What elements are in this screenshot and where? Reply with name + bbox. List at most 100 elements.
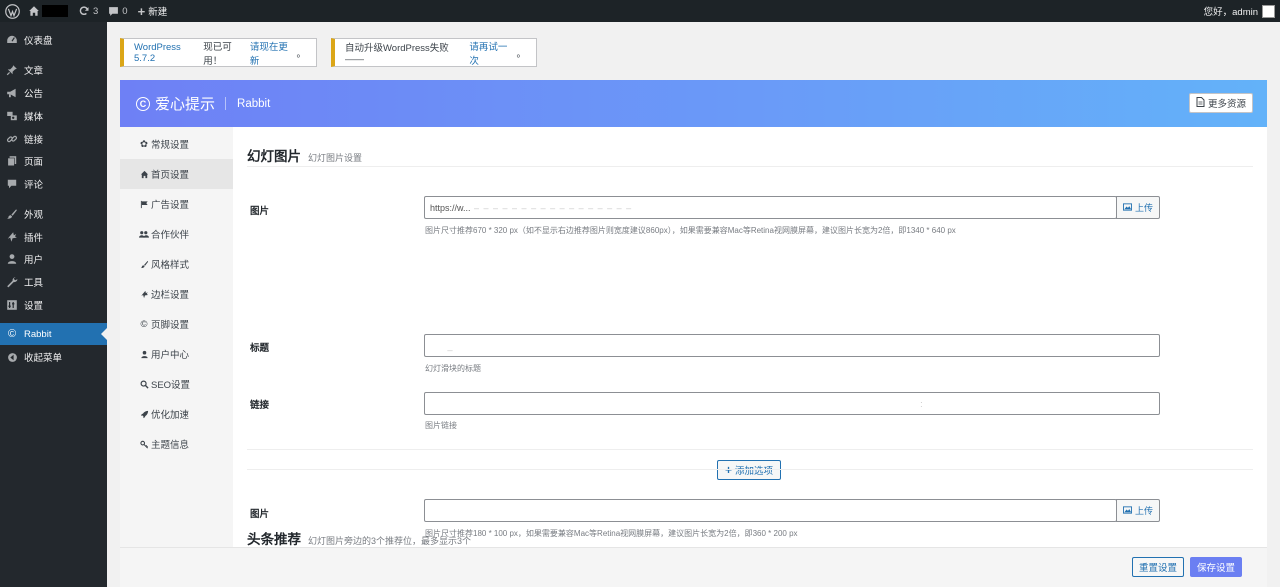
reset-settings-button[interactable]: 重置设置 xyxy=(1131,557,1184,577)
sidebar-item-label: 外观 xyxy=(24,210,44,221)
sidebar-item-label: 仪表盘 xyxy=(24,36,53,47)
new-content-link[interactable]: + 新建 xyxy=(133,0,173,22)
sidebar-item-rabbit[interactable]: © Rabbit xyxy=(0,323,107,345)
save-settings-button[interactable]: 保存设置 xyxy=(1189,557,1242,577)
sidebar-item-tools[interactable]: 工具 xyxy=(0,271,107,293)
slide-title-input[interactable]: _ xyxy=(424,334,1160,357)
field-help: 图片尺寸推荐180 * 100 px，如果需要兼容Mac等Retina视网膜屏幕… xyxy=(425,529,798,538)
nav-item-ads[interactable]: 广告设置 xyxy=(120,189,233,219)
update-available-text: 现已可用！ xyxy=(203,41,232,67)
panel-subtitle: Rabbit xyxy=(237,97,271,110)
nav-item-label: SEO设置 xyxy=(151,380,191,391)
sidebar-item-users[interactable]: 用户 xyxy=(0,248,107,270)
update-now-link[interactable]: 请现在更新 xyxy=(250,39,297,67)
section-title: 头条推荐 xyxy=(247,532,301,547)
sidebar-item-links[interactable]: 链接 xyxy=(0,128,107,150)
admin-bar: 3 0 + 新建 您好，admin xyxy=(0,0,1280,22)
collapse-icon xyxy=(0,352,24,363)
image-icon xyxy=(1122,202,1132,213)
slides-section-header: 幻灯图片 幻灯图片设置 xyxy=(247,145,362,165)
more-resources-button[interactable]: 更多资源 xyxy=(1188,93,1253,113)
update-notice-suffix: 。 xyxy=(296,48,307,60)
section-divider xyxy=(247,449,1253,450)
sidebar-item-pages[interactable]: 页面 xyxy=(0,150,107,172)
sidebar-item-label: 公告 xyxy=(24,89,44,100)
options-content: 幻灯图片 幻灯图片设置 图片 https://w... ‒ ‒ ‒ ‒ ‒ ‒ … xyxy=(233,127,1267,547)
wrench-icon xyxy=(0,276,24,288)
site-name-redacted xyxy=(42,5,68,17)
sidebar-item-label: 工具 xyxy=(24,278,44,289)
sidebar-item-media[interactable]: 媒体 xyxy=(0,105,107,127)
sidebar-item-posts[interactable]: 文章 xyxy=(0,59,107,81)
section-divider xyxy=(247,469,1253,470)
nav-item-seo[interactable]: SEO设置 xyxy=(120,369,233,399)
sidebar-item-label: 页面 xyxy=(24,157,44,168)
upload-label: 上传 xyxy=(1134,203,1153,213)
plugin-icon xyxy=(138,290,150,299)
sidebar-item-appearance[interactable]: 外观 xyxy=(0,203,107,225)
nav-item-style[interactable]: 风格样式 xyxy=(120,249,233,279)
sidebar-item-label: 收起菜单 xyxy=(24,353,63,364)
sidebar-item-announcements[interactable]: 公告 xyxy=(0,82,107,104)
comment-icon xyxy=(0,178,24,190)
headline-image-input[interactable] xyxy=(424,499,1117,522)
headline-upload-button[interactable]: 上传 xyxy=(1116,499,1160,522)
brush-icon xyxy=(138,260,150,269)
search-icon xyxy=(138,380,150,389)
home-icon xyxy=(138,170,150,179)
sidebar-item-label: 设置 xyxy=(24,301,44,312)
nav-item-user-center[interactable]: 用户中心 xyxy=(120,339,233,369)
sidebar-item-plugins[interactable]: 插件 xyxy=(0,226,107,248)
sidebar-item-label: 评论 xyxy=(24,180,44,191)
rocket-icon xyxy=(138,410,150,419)
update-notice: WordPress 5.7.2 现已可用！ 请现在更新 。 xyxy=(120,38,317,67)
retry-link[interactable]: 请再试一次 xyxy=(469,39,516,67)
wordpress-version-link[interactable]: WordPress 5.7.2 xyxy=(134,42,203,64)
site-home-icon[interactable] xyxy=(23,0,73,22)
updates-link[interactable]: 3 xyxy=(73,0,103,22)
slide-link-input[interactable]: : xyxy=(424,392,1160,415)
refresh-icon xyxy=(78,5,90,17)
admin-sidebar: 仪表盘 文章 公告 媒体 链接 页面 评论 外观 插件 用户 工具 设置 © R… xyxy=(0,22,107,587)
greeting-text: 您好，admin xyxy=(1203,7,1258,18)
wordpress-logo-icon[interactable] xyxy=(1,0,23,22)
settings-icon xyxy=(0,299,24,311)
sidebar-item-settings[interactable]: 设置 xyxy=(0,294,107,316)
options-footer: 重置设置 保存设置 xyxy=(120,547,1267,587)
nav-item-theme-info[interactable]: 主题信息 xyxy=(120,429,233,459)
page-icon xyxy=(0,155,24,167)
comments-link[interactable]: 0 xyxy=(103,0,132,22)
nav-item-label: 边栏设置 xyxy=(151,290,190,301)
slide-image-input[interactable]: https://w... ‒ ‒ ‒ ‒ ‒ ‒ ‒ ‒ ‒ ‒ ‒ ‒ ‒ ‒… xyxy=(424,196,1117,219)
add-option-button[interactable]: + 添加选项 xyxy=(717,460,782,480)
user-icon xyxy=(138,350,150,359)
nav-item-home[interactable]: 首页设置 xyxy=(120,159,233,189)
sidebar-item-dashboard[interactable]: 仪表盘 xyxy=(0,29,107,51)
gear-icon: ✿ xyxy=(140,138,148,150)
sidebar-item-label: 用户 xyxy=(24,255,44,266)
plus-icon: + xyxy=(137,3,146,19)
section-description: 幻灯图片设置 xyxy=(308,153,363,163)
plugin-icon xyxy=(0,231,24,243)
comment-icon xyxy=(108,6,119,17)
blurred-text: : xyxy=(430,398,924,409)
avatar xyxy=(1262,4,1275,18)
field-label: 图片 xyxy=(250,206,270,217)
flag-icon xyxy=(138,200,150,209)
copyright-icon: © xyxy=(7,328,17,340)
panel-header: C 爱心提示 Rabbit 更多资源 xyxy=(120,80,1267,127)
nav-item-footer[interactable]: © 页脚设置 xyxy=(120,309,233,339)
sidebar-item-comments[interactable]: 评论 xyxy=(0,173,107,195)
sidebar-item-label: 链接 xyxy=(24,135,44,146)
megaphone-icon xyxy=(0,87,24,99)
autoupdate-failed-text: 自动升级WordPress失败 —— xyxy=(345,43,449,65)
slide-upload-button[interactable]: 上传 xyxy=(1116,196,1160,219)
nav-item-general[interactable]: ✿ 常规设置 xyxy=(120,129,233,159)
nav-item-sidebar[interactable]: 边栏设置 xyxy=(120,279,233,309)
my-account[interactable]: 您好，admin xyxy=(1204,0,1280,22)
sidebar-item-collapse[interactable]: 收起菜单 xyxy=(0,346,107,368)
nav-item-optimize[interactable]: 优化加速 xyxy=(120,399,233,429)
nav-item-partners[interactable]: 合作伙伴 xyxy=(120,219,233,249)
user-icon xyxy=(0,253,24,265)
document-icon xyxy=(1196,96,1205,110)
